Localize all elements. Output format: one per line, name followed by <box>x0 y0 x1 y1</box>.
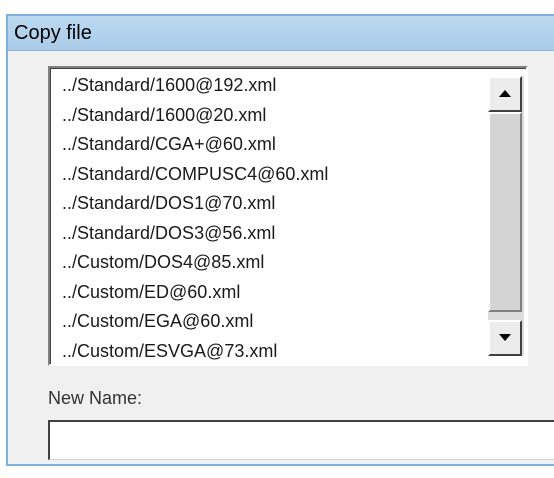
scroll-up-button[interactable] <box>488 76 522 112</box>
list-item[interactable]: ../Standard/DOS3@56.xml <box>62 219 328 249</box>
file-list[interactable]: ../Standard/1600@192.xml ../Standard/160… <box>48 66 528 366</box>
scroll-down-button[interactable] <box>488 320 522 356</box>
file-list-items: ../Standard/1600@192.xml ../Standard/160… <box>62 71 328 366</box>
arrow-up-icon <box>498 85 512 103</box>
title-bar[interactable]: Copy file <box>8 16 554 51</box>
new-name-input[interactable] <box>48 420 554 460</box>
list-item[interactable]: ../Custom/ED@60.xml <box>62 278 328 308</box>
list-item[interactable]: ../Custom/EGA@60.xml <box>62 307 328 337</box>
list-item[interactable]: ../Standard/1600@20.xml <box>62 101 328 131</box>
list-item[interactable]: ../Standard/1600@192.xml <box>62 71 328 101</box>
dialog-title: Copy file <box>14 22 92 44</box>
new-name-label: New Name: <box>48 388 143 408</box>
list-item[interactable]: ../Standard/CGA+@60.xml <box>62 130 328 160</box>
list-item[interactable]: ../Custom/DOS4@85.xml <box>62 248 328 278</box>
scrollbar-thumb[interactable] <box>488 112 522 312</box>
copy-file-dialog: Copy file ../Standard/1600@192.xml ../St… <box>6 14 554 466</box>
vertical-scrollbar[interactable] <box>488 76 524 356</box>
arrow-down-icon <box>498 329 512 347</box>
list-item[interactable]: ../Standard/COMPUSC4@60.xml <box>62 160 328 190</box>
list-item[interactable]: ../Custom/ESVGA@73.xml <box>62 337 328 367</box>
list-item[interactable]: ../Standard/DOS1@70.xml <box>62 189 328 219</box>
